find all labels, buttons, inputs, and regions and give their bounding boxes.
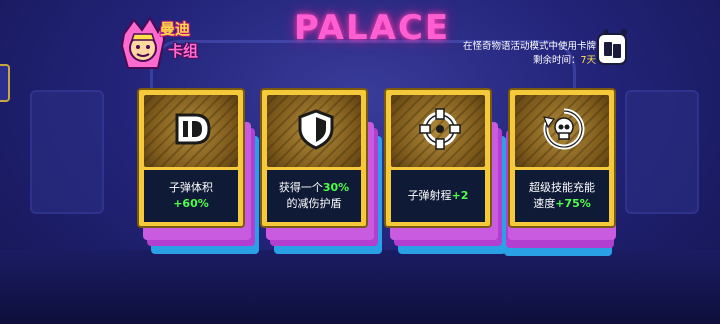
card-face: 获得一个30% 的减伤护盾 bbox=[260, 88, 368, 228]
shield-icon bbox=[298, 109, 334, 150]
card-description: 子弹体积 +60% bbox=[144, 170, 238, 222]
card-text: 超级技能充能 bbox=[529, 181, 595, 194]
card-text: 速度 bbox=[533, 197, 556, 210]
card-value: +60% bbox=[173, 197, 209, 210]
card-art bbox=[144, 95, 238, 167]
skull-charge-icon bbox=[543, 108, 585, 150]
arcade-machine-left bbox=[30, 90, 104, 214]
time-remaining-label: 剩余时间： bbox=[532, 55, 581, 66]
card-description: 获得一个30% 的减伤护盾 bbox=[267, 170, 361, 222]
buff-card-1[interactable]: 子弹体积 +60% bbox=[137, 88, 259, 258]
deck-title: 曼迪 卡组 bbox=[160, 18, 220, 62]
event-info: 在怪奇物语活动模式中使用卡牌 剩余时间：7天 bbox=[436, 40, 596, 68]
card-text: 的减伤护盾 bbox=[286, 197, 342, 210]
card-value: 30% bbox=[322, 181, 350, 194]
arcade-machine-right bbox=[625, 90, 699, 214]
card-face: 子弹射程+2 bbox=[384, 88, 492, 228]
buff-card-2[interactable]: 获得一个30% 的减伤护盾 bbox=[260, 88, 382, 258]
floor bbox=[0, 250, 720, 324]
card-description: 超级技能充能 速度+75% bbox=[515, 170, 609, 222]
buff-card-4[interactable]: 超级技能充能 速度+75% bbox=[504, 88, 620, 258]
crosshair-icon bbox=[419, 108, 461, 150]
card-description: 子弹射程+2 bbox=[391, 170, 485, 222]
card-value: +2 bbox=[451, 189, 469, 202]
deck-title-line2: 卡组 bbox=[168, 42, 199, 60]
deck-title-line1: 曼迪 bbox=[160, 20, 191, 38]
card-face: 子弹体积 +60% bbox=[137, 88, 245, 228]
card-art bbox=[391, 95, 485, 167]
card-art bbox=[267, 95, 361, 167]
event-info-description: 在怪奇物语活动模式中使用卡牌 bbox=[462, 41, 596, 52]
buff-card-3[interactable]: 子弹射程+2 bbox=[384, 88, 506, 258]
card-value: +75% bbox=[555, 197, 591, 210]
card-text: 获得一个 bbox=[278, 181, 323, 194]
bullet-size-icon bbox=[175, 113, 211, 145]
card-art bbox=[515, 95, 609, 167]
side-tab[interactable] bbox=[0, 64, 10, 102]
card-deck-icon[interactable] bbox=[594, 28, 630, 68]
card-text: 子弹射程 bbox=[407, 189, 452, 202]
card-face: 超级技能充能 速度+75% bbox=[508, 88, 616, 228]
card-text: 子弹体积 bbox=[169, 181, 213, 194]
palace-neon-sign: PALACE bbox=[293, 8, 451, 48]
time-remaining: 剩余时间：7天 bbox=[436, 54, 596, 68]
